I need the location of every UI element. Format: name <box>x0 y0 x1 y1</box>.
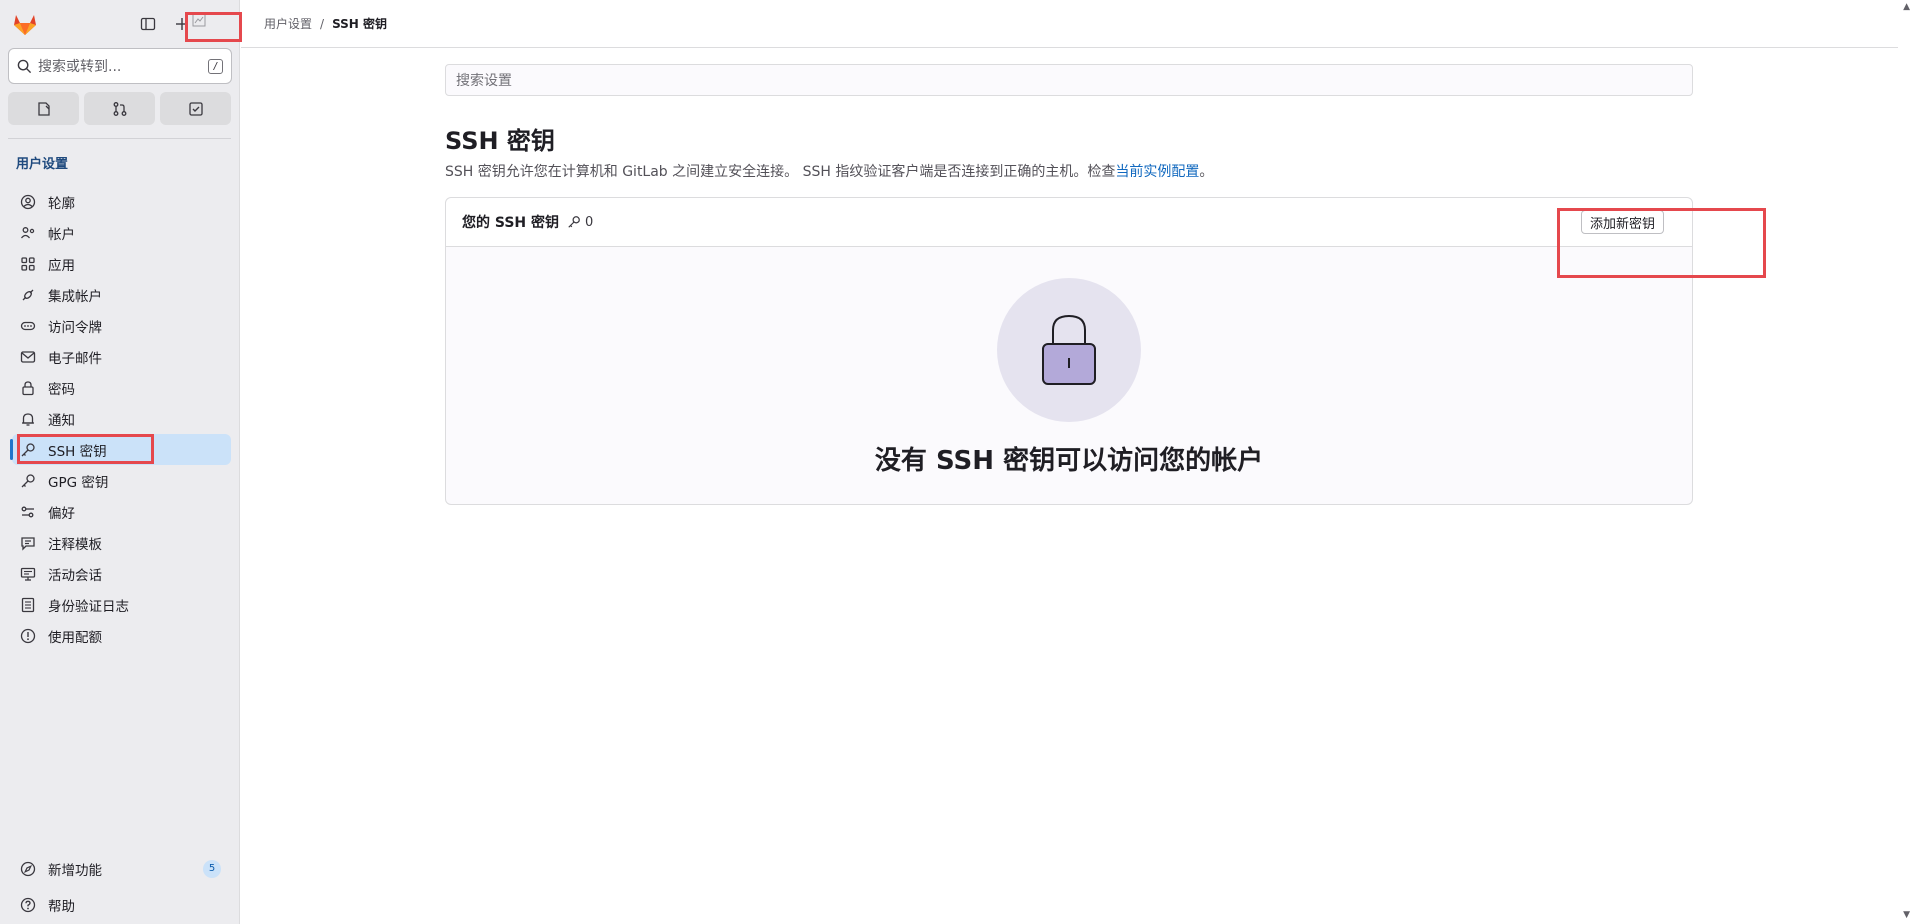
scroll-down-arrow-icon[interactable]: ▼ <box>1903 910 1910 920</box>
user-avatar[interactable] <box>186 8 212 32</box>
sidebar-divider <box>8 138 231 139</box>
key-count-value: 0 <box>585 214 594 230</box>
sidebar-item-label: 注释模板 <box>48 536 102 553</box>
sidebar-item-profile[interactable]: 轮廓 <box>12 186 231 217</box>
whats-new-count-badge: 5 <box>203 859 221 878</box>
sidebar-item-applications[interactable]: 应用 <box>12 248 231 279</box>
sidebar-item-label: 应用 <box>48 257 75 274</box>
merge-requests-button[interactable] <box>84 92 155 125</box>
sidebar-item-active-sessions[interactable]: 活动会话 <box>12 558 231 589</box>
issues-button[interactable] <box>8 92 79 125</box>
sidebar-item-preferences[interactable]: 偏好 <box>12 496 231 527</box>
token-icon <box>20 318 36 334</box>
monitor-icon <box>20 566 36 582</box>
whats-new-label: 新增功能 <box>48 862 102 879</box>
toggle-sidebar-icon[interactable] <box>136 12 160 36</box>
preferences-icon <box>20 504 36 520</box>
breadcrumb-current[interactable]: SSH 密钥 <box>332 15 387 32</box>
search-placeholder: 搜索或转到... <box>38 59 122 75</box>
card-title: 您的 SSH 密钥 <box>462 215 560 231</box>
sidebar-item-label: SSH 密钥 <box>48 443 107 460</box>
breadcrumb-separator: / <box>320 16 325 31</box>
search-icon <box>17 59 32 74</box>
breadcrumb: 用户设置 / SSH 密钥 <box>241 0 1898 48</box>
log-icon <box>20 597 36 613</box>
sidebar-item-integrations[interactable]: 集成帐户 <box>12 279 231 310</box>
todos-button[interactable] <box>160 92 231 125</box>
sidebar-item-password[interactable]: 密码 <box>12 372 231 403</box>
sidebar-bottom: 新增功能 5 帮助 <box>12 853 231 920</box>
usage-quota-icon <box>20 628 36 644</box>
ssh-keys-card: 您的 SSH 密钥 0 添加新密钥 没有 SSH 密钥可以访问您的帐户 <box>445 197 1693 505</box>
padlock-icon <box>1037 312 1101 388</box>
sidebar-item-account[interactable]: 帐户 <box>12 217 231 248</box>
mail-icon <box>20 349 36 365</box>
settings-search-placeholder: 搜索设置 <box>456 73 512 89</box>
key-icon <box>20 473 36 489</box>
whats-new-button[interactable]: 新增功能 5 <box>12 853 231 884</box>
gitlab-logo-icon[interactable] <box>12 11 38 37</box>
sidebar-item-label: 电子邮件 <box>48 350 102 367</box>
issues-icon <box>36 101 52 117</box>
sidebar-item-auth-log[interactable]: 身份验证日志 <box>12 589 231 620</box>
merge-request-icon <box>112 101 128 117</box>
sidebar-item-emails[interactable]: 电子邮件 <box>12 341 231 372</box>
sidebar-nav: 轮廓 帐户 应用 集成帐户 访问令牌 电子邮件 密码 通知 SSH 密钥 GPG… <box>10 186 231 651</box>
quick-actions <box>8 92 231 125</box>
help-button[interactable]: 帮助 <box>12 889 231 920</box>
empty-state: 没有 SSH 密钥可以访问您的帐户 <box>446 278 1692 477</box>
sidebar-section-title[interactable]: 用户设置 <box>16 153 68 172</box>
sidebar: 搜索或转到... / 用户设置 轮廓 帐户 应用 集成帐户 访问令牌 电子邮件 … <box>0 0 240 924</box>
search-shortcut-key: / <box>208 58 223 74</box>
compass-icon <box>20 861 36 877</box>
todo-icon <box>188 101 204 117</box>
sidebar-item-label: 使用配额 <box>48 629 102 646</box>
help-label: 帮助 <box>48 898 75 915</box>
sidebar-item-label: 密码 <box>48 381 75 398</box>
comment-template-icon <box>20 535 36 551</box>
empty-state-message: 没有 SSH 密钥可以访问您的帐户 <box>874 446 1264 476</box>
empty-state-illustration <box>997 278 1141 422</box>
applications-icon <box>20 256 36 272</box>
sidebar-item-ssh-keys[interactable]: SSH 密钥 <box>10 434 231 465</box>
sidebar-item-label: 偏好 <box>48 505 75 522</box>
settings-search-input[interactable]: 搜索设置 <box>445 64 1693 96</box>
key-icon <box>20 442 36 458</box>
sidebar-item-notifications[interactable]: 通知 <box>12 403 231 434</box>
sidebar-item-label: 集成帐户 <box>48 288 102 305</box>
key-count: 0 <box>567 215 593 230</box>
sidebar-item-label: 访问令牌 <box>48 319 102 336</box>
card-header: 您的 SSH 密钥 0 添加新密钥 <box>446 198 1692 247</box>
sidebar-item-label: 帐户 <box>48 226 75 243</box>
description-end: 。 <box>1199 164 1214 180</box>
sidebar-search[interactable]: 搜索或转到... / <box>8 48 232 84</box>
sidebar-item-usage-quotas[interactable]: 使用配额 <box>12 620 231 651</box>
profile-icon <box>20 194 36 210</box>
sidebar-item-label: 轮廓 <box>48 195 75 212</box>
bell-icon <box>20 411 36 427</box>
scroll-up-arrow-icon[interactable]: ▲ <box>1903 2 1910 12</box>
key-icon <box>567 215 581 229</box>
instance-config-link[interactable]: 当前实例配置 <box>1115 164 1199 180</box>
sidebar-item-label: GPG 密钥 <box>48 474 109 491</box>
description-text: SSH 密钥允许您在计算机和 GitLab 之间建立安全连接。 SSH 指纹验证… <box>445 164 1116 180</box>
add-new-key-button[interactable]: 添加新密钥 <box>1580 210 1664 234</box>
sidebar-item-gpg-keys[interactable]: GPG 密钥 <box>12 465 231 496</box>
lock-icon <box>20 380 36 396</box>
account-icon <box>20 225 36 241</box>
sidebar-item-label: 活动会话 <box>48 567 102 584</box>
chat-integration-icon <box>20 287 36 303</box>
sidebar-item-access-tokens[interactable]: 访问令牌 <box>12 310 231 341</box>
sidebar-item-label: 身份验证日志 <box>48 598 129 615</box>
sidebar-item-label: 通知 <box>48 412 75 429</box>
sidebar-top <box>10 10 229 38</box>
breadcrumb-parent-link[interactable]: 用户设置 <box>264 15 312 32</box>
page-title: SSH 密钥 <box>445 127 555 155</box>
sidebar-item-comment-templates[interactable]: 注释模板 <box>12 527 231 558</box>
main-content: 搜索设置 SSH 密钥 SSH 密钥允许您在计算机和 GitLab 之间建立安全… <box>445 64 1693 505</box>
help-icon <box>20 897 36 913</box>
page-description: SSH 密钥允许您在计算机和 GitLab 之间建立安全连接。 SSH 指纹验证… <box>445 161 1693 181</box>
